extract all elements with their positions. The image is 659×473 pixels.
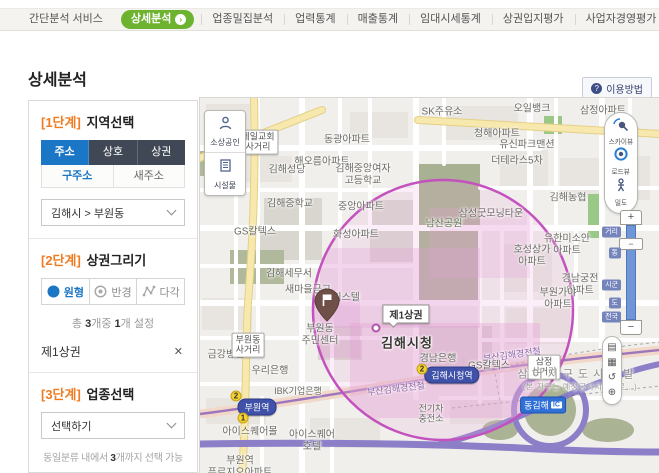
trade-area-flag: 제1상권 [382,305,429,324]
nav-item-sales-stats[interactable]: 매출통계 [347,9,409,30]
subtab-old-address[interactable]: 구주소 [42,165,113,187]
step2-heading: [2단계] 상권그리기 [41,250,185,269]
route-number-badge: 1 [238,413,249,424]
nav-item-simple-analysis[interactable]: 간단분석 서비스 [18,9,114,30]
draw-mode-buttons: 원형 반경 다각 [41,278,185,305]
zoom-level-tag[interactable]: 시군 [602,280,621,291]
nav-item-rent-stats[interactable]: 임대시세통계 [409,9,492,30]
step1-title: 지역선택 [86,115,134,130]
skyview-button[interactable]: 스카이뷰 [608,118,634,147]
reset-view-icon[interactable]: ↺ [608,372,616,384]
circle-icon [47,285,60,298]
map-layer-toggle-box: 소상공인 시설물 [204,110,246,196]
zoom-level-tag[interactable]: 도 [609,298,621,309]
person-icon [218,116,233,130]
map-marker-pin-icon [314,288,340,322]
tab-store-name[interactable]: 상호 [89,140,137,165]
map-view-tools: 스카이뷰 로드뷰 밀도 [604,112,638,214]
step3-section: [3단계] 업종선택 선택하기 동일분류 내에서 3개까지 선택 가능 [29,372,197,473]
zoom-slider-handle[interactable]: − [619,238,643,250]
area-list-item: 제1상권 ✕ [41,335,185,360]
analysis-panel: [1단계] 지역선택 주소 상호 상권 구주소 새주소 김해시 > 부원동 [2… [28,100,198,473]
station-badge: 김해시청역 [424,367,479,384]
step3-title: 업종선택 [86,387,134,402]
mode-radius-button[interactable]: 반경 [90,278,138,305]
chevron-down-icon [167,206,177,216]
cadastral-map-icon[interactable]: ▦ [607,357,616,369]
zoom-level-tag[interactable]: 동 [609,248,621,259]
layer-toggle-small-business[interactable]: 소상공인 [205,111,245,152]
measure-area-icon[interactable]: ▤ [607,342,616,354]
zoom-level-tag[interactable]: 전국 [602,312,621,323]
zoom-out-button[interactable]: − [620,320,642,335]
route-number-badge: 2 [231,391,242,402]
polygon-icon [142,285,156,298]
area-count-status: 총 3개중 1개 설정 [41,315,185,331]
roadview-label: 로드뷰 [612,168,630,178]
mode-circle-label: 원형 [64,284,84,300]
step1-section: [1단계] 지역선택 주소 상호 상권 구주소 새주소 김해시 > 부원동 [29,101,197,238]
question-icon: ? [591,83,602,94]
layer-toggle-label: 소상공인 [205,137,245,148]
layer-toggle-label: 시설물 [205,180,245,191]
region-select[interactable]: 김해시 > 부원동 [41,199,185,226]
tab-trade-area[interactable]: 상권 [138,140,185,165]
building-icon [218,158,233,173]
address-type-subtabs: 구주소 새주소 [41,165,185,188]
pedestrian-icon [614,178,628,192]
nav-item-industry-density[interactable]: 업종밀집분석 [201,9,284,30]
skyview-label: 스카이뷰 [609,137,633,147]
step2-badge: [2단계] [41,253,81,268]
page: 간단분석 서비스 상세분석 › 업종밀집분석 업력통계 매출통계 임대시세통계 … [0,0,659,473]
map[interactable]: 제일교회 사거리SK주유소오일뱅크삼정아파트동광아파트해오름아파트청해아파트유신… [199,97,659,473]
zoom-level-tag[interactable]: 거리 [602,227,621,238]
density-label: 밀도 [614,198,627,208]
mode-radius-label: 반경 [111,284,131,300]
nav-item-detail-analysis[interactable]: 상세분석 › [121,10,194,29]
tab-address[interactable]: 주소 [41,140,89,165]
search-type-tabs: 주소 상호 상권 [41,140,185,165]
map-canvas [200,98,659,473]
page-title: 상세분석 [28,66,87,90]
region-select-value: 김해시 > 부원동 [51,205,124,221]
current-location-icon[interactable]: ⊕ [608,387,616,399]
help-label: 이용방법 [606,81,643,96]
area-name: 제1상권 [41,343,81,360]
step2-title: 상권그리기 [86,253,146,268]
nav-item-label: 상세분석 [131,10,171,29]
route-number-badge: 2 [417,364,428,375]
industry-select-value: 선택하기 [51,418,91,434]
industry-select[interactable]: 선택하기 [41,412,185,439]
satellite-icon [613,118,629,131]
step1-heading: [1단계] 지역선택 [41,112,185,131]
active-arrow-icon: › [175,14,186,25]
industry-note: 동일분류 내에서 3개까지 선택 가능 [41,449,185,464]
layer-toggle-facilities[interactable]: 시설물 [205,152,245,195]
roadview-icon [614,147,628,161]
step1-badge: [1단계] [41,115,81,130]
remove-area-button[interactable]: ✕ [172,345,185,358]
roadview-button[interactable]: 로드뷰 [611,147,630,177]
chevron-down-icon [167,419,177,429]
circle-center-handle [372,324,381,333]
mode-circle-button[interactable]: 원형 [41,278,90,305]
subtab-new-address[interactable]: 새주소 [113,165,185,187]
mode-polygon-button[interactable]: 다각 [137,278,185,305]
step2-section: [2단계] 상권그리기 원형 반경 [29,238,197,372]
density-button[interactable]: 밀도 [614,178,628,208]
nav-item-business-management-rating[interactable]: 사업자경영평가 [575,9,659,30]
nav-item-location-rating[interactable]: 상권입지평가 [492,9,575,30]
map-measure-tools: ▤ ▦ ↺ ⊕ [602,336,622,405]
interchange-badge: 동김해IC [520,397,566,414]
step3-badge: [3단계] [41,387,81,402]
mode-polygon-label: 다각 [160,284,180,300]
radius-icon [94,285,107,298]
zoom-in-button[interactable]: + [620,210,642,225]
nav-item-business-history-stats[interactable]: 업력통계 [284,9,346,30]
top-nav: 간단분석 서비스 상세분석 › 업종밀집분석 업력통계 매출통계 임대시세통계 … [0,8,659,31]
step3-heading: [3단계] 업종선택 [41,384,185,403]
